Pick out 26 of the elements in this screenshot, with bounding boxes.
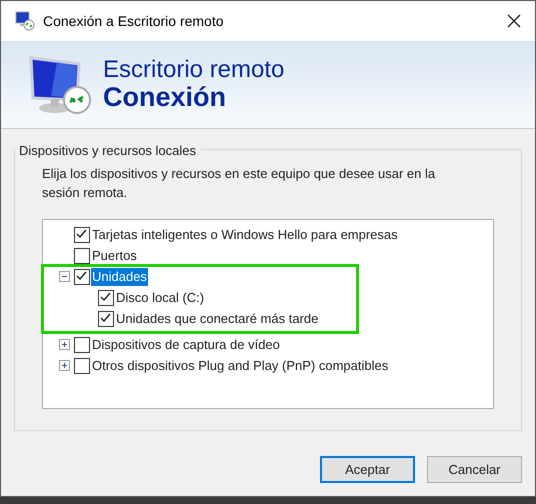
checkbox[interactable] bbox=[74, 336, 90, 352]
checkbox[interactable] bbox=[74, 268, 90, 284]
window-title: Conexión a Escritorio remoto bbox=[43, 12, 224, 30]
banner-title: Escritorio remoto bbox=[103, 58, 284, 82]
group-description: Elija los dispositivos y recursos en este equipo que desee usar en la sesión remota. bbox=[42, 165, 436, 202]
remote-desktop-icon bbox=[15, 11, 35, 31]
checkbox[interactable] bbox=[98, 290, 114, 306]
tree-item[interactable]: Tarjetas inteligentes o Windows Hello para empresas bbox=[91, 226, 399, 244]
banner-subtitle: Conexión bbox=[103, 84, 228, 111]
dialog-button[interactable]: Aceptar bbox=[320, 456, 415, 483]
monitor-icon bbox=[27, 54, 91, 116]
dialog-button[interactable]: Cancelar bbox=[427, 456, 522, 483]
tree-item[interactable]: Otros dispositivos Plug and Play (PnP) compatibles bbox=[91, 356, 390, 374]
collapse-icon[interactable] bbox=[58, 271, 70, 282]
checkbox[interactable] bbox=[74, 226, 90, 242]
tree-item[interactable]: Unidades bbox=[91, 268, 148, 286]
expand-icon[interactable] bbox=[58, 360, 70, 371]
tree-item[interactable]: Puertos bbox=[91, 246, 138, 264]
tree-item[interactable]: Dispositivos de captura de vídeo bbox=[91, 336, 281, 354]
checkbox[interactable] bbox=[74, 248, 90, 264]
expand-icon[interactable] bbox=[58, 339, 70, 350]
tree-item[interactable]: Disco local (C:) bbox=[115, 288, 206, 306]
checkbox[interactable] bbox=[98, 310, 114, 326]
checkbox[interactable] bbox=[74, 358, 90, 374]
tree-item[interactable]: Unidades que conectaré más tarde bbox=[115, 310, 320, 328]
close-icon[interactable] bbox=[507, 14, 521, 28]
